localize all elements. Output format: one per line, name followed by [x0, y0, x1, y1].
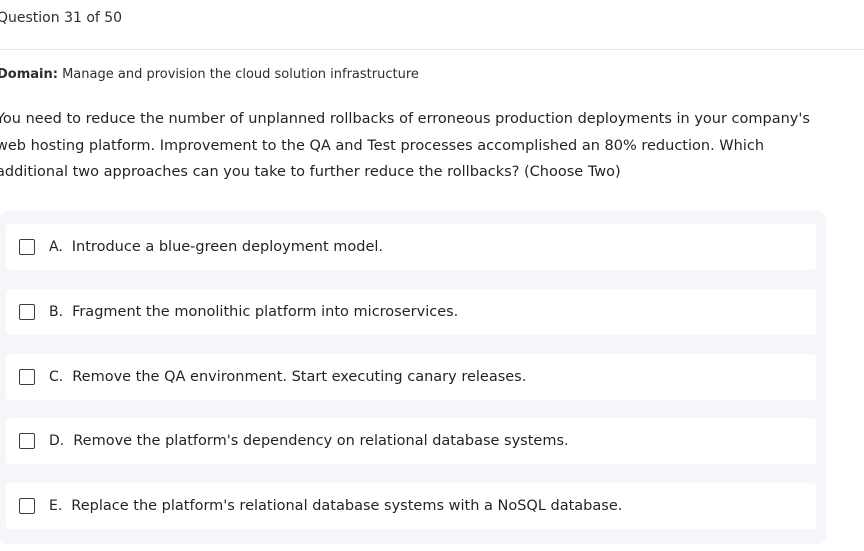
checkbox-c[interactable]	[19, 369, 35, 385]
option-letter: D.	[49, 433, 65, 449]
option-d[interactable]: D. Remove the platform's dependency on r…	[6, 418, 816, 464]
checkbox-b[interactable]	[19, 304, 35, 320]
option-a[interactable]: A. Introduce a blue-green deployment mod…	[6, 224, 816, 270]
option-text: Remove the QA environment. Start executi…	[72, 369, 527, 385]
option-c[interactable]: C. Remove the QA environment. Start exec…	[6, 354, 816, 400]
domain-label: Domain:	[0, 67, 58, 82]
option-text: Replace the platform's relational databa…	[71, 498, 623, 514]
question-counter: Question 31 of 50	[0, 10, 123, 26]
question-text: You need to reduce the number of unplann…	[0, 111, 810, 180]
checkbox-e[interactable]	[19, 498, 35, 514]
option-letter: A.	[49, 239, 63, 255]
options-panel: A. Introduce a blue-green deployment mod…	[0, 211, 826, 544]
header-divider	[0, 49, 864, 50]
option-letter: C.	[49, 369, 64, 385]
option-b[interactable]: B. Fragment the monolithic platform into…	[6, 289, 816, 335]
option-text: Remove the platform's dependency on rela…	[73, 433, 569, 449]
domain-line: Domain: Manage and provision the cloud s…	[0, 67, 419, 82]
option-text: Introduce a blue-green deployment model.	[71, 239, 384, 255]
option-letter: E.	[49, 498, 63, 514]
option-e[interactable]: E. Replace the platform's relational dat…	[6, 483, 816, 529]
option-letter: B.	[49, 304, 64, 320]
checkbox-d[interactable]	[19, 433, 35, 449]
checkbox-a[interactable]	[19, 239, 35, 255]
quiz-page: Question 31 of 50 Domain: Manage and pro…	[0, 0, 864, 551]
domain-value: Manage and provision the cloud solution …	[62, 67, 419, 82]
option-text: Fragment the monolithic platform into mi…	[72, 304, 459, 320]
